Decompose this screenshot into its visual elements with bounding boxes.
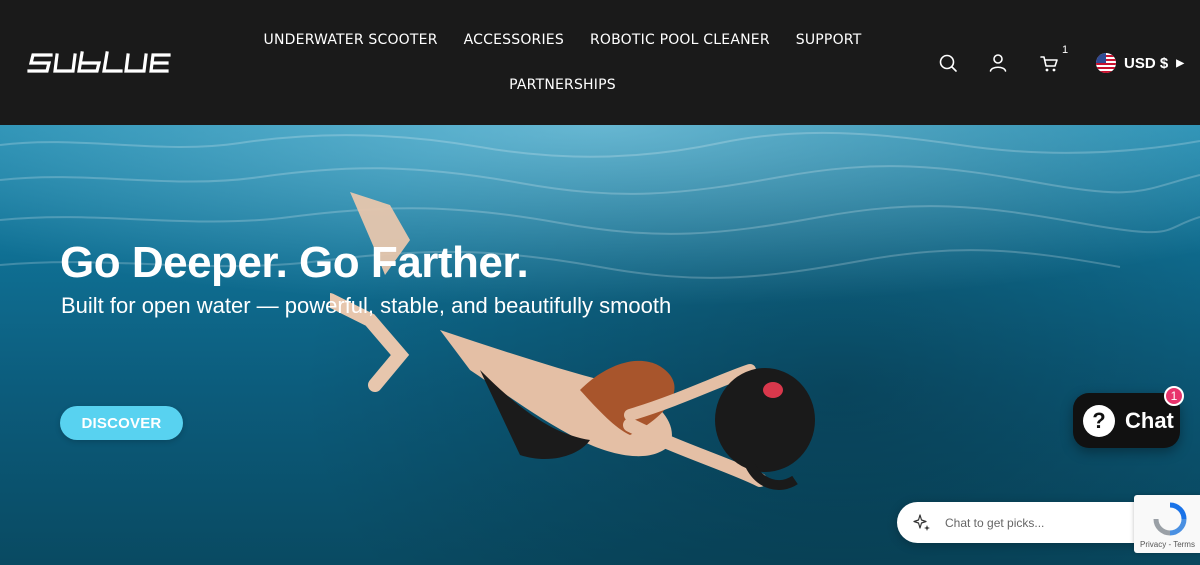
- account-button[interactable]: [987, 52, 1009, 74]
- logo-wordmark-icon: [27, 51, 171, 73]
- hero-title: Go Deeper. Go Farther.: [60, 238, 529, 287]
- chat-label: Chat: [1125, 407, 1174, 433]
- question-mark-icon: ?: [1083, 404, 1115, 437]
- cart-button[interactable]: [1038, 52, 1060, 74]
- chat-notification-badge: 1: [1164, 386, 1184, 406]
- sparkle-icon: [913, 513, 930, 531]
- hero-banner: Go Deeper. Go Farther. Built for open wa…: [0, 125, 1200, 565]
- hero-subtitle: Built for open water — powerful, stable,…: [61, 293, 672, 318]
- cart-icon: [1040, 56, 1058, 72]
- chat-launcher-button[interactable]: ? Chat: [1073, 393, 1180, 448]
- nav-accessories[interactable]: ACCESSORIES: [464, 32, 564, 48]
- caret-right-icon: ▶: [1176, 57, 1184, 69]
- search-icon: [939, 54, 957, 72]
- nav-robotic-pool-cleaner[interactable]: ROBOTIC POOL CLEANER: [590, 32, 770, 48]
- nav-support[interactable]: SUPPORT: [796, 32, 862, 48]
- user-icon: [989, 54, 1007, 72]
- currency-selector[interactable]: USD $ ▶: [1096, 52, 1184, 74]
- discover-button[interactable]: DISCOVER: [60, 406, 183, 440]
- search-button[interactable]: [937, 52, 959, 74]
- chat-picks-input[interactable]: [943, 514, 1113, 531]
- us-flag-icon: [1096, 53, 1116, 73]
- nav-underwater-scooter[interactable]: UNDERWATER SCOOTER: [264, 32, 438, 48]
- site-header: UNDERWATER SCOOTER ACCESSORIES ROBOTIC P…: [0, 0, 1200, 125]
- nav-partnerships[interactable]: PARTNERSHIPS: [509, 77, 616, 93]
- recaptcha-icon: [1153, 502, 1187, 536]
- main-nav: UNDERWATER SCOOTER ACCESSORIES ROBOTIC P…: [255, 22, 870, 112]
- recaptcha-badge[interactable]: Privacy - Terms: [1134, 495, 1200, 553]
- sublue-logo[interactable]: [25, 45, 195, 81]
- recaptcha-links[interactable]: Privacy - Terms: [1140, 540, 1195, 549]
- chat-input-bar: [897, 502, 1170, 543]
- diver-with-scooter-image: [330, 192, 815, 490]
- cart-count-badge: 1: [1062, 44, 1069, 56]
- currency-label: USD $: [1124, 54, 1169, 72]
